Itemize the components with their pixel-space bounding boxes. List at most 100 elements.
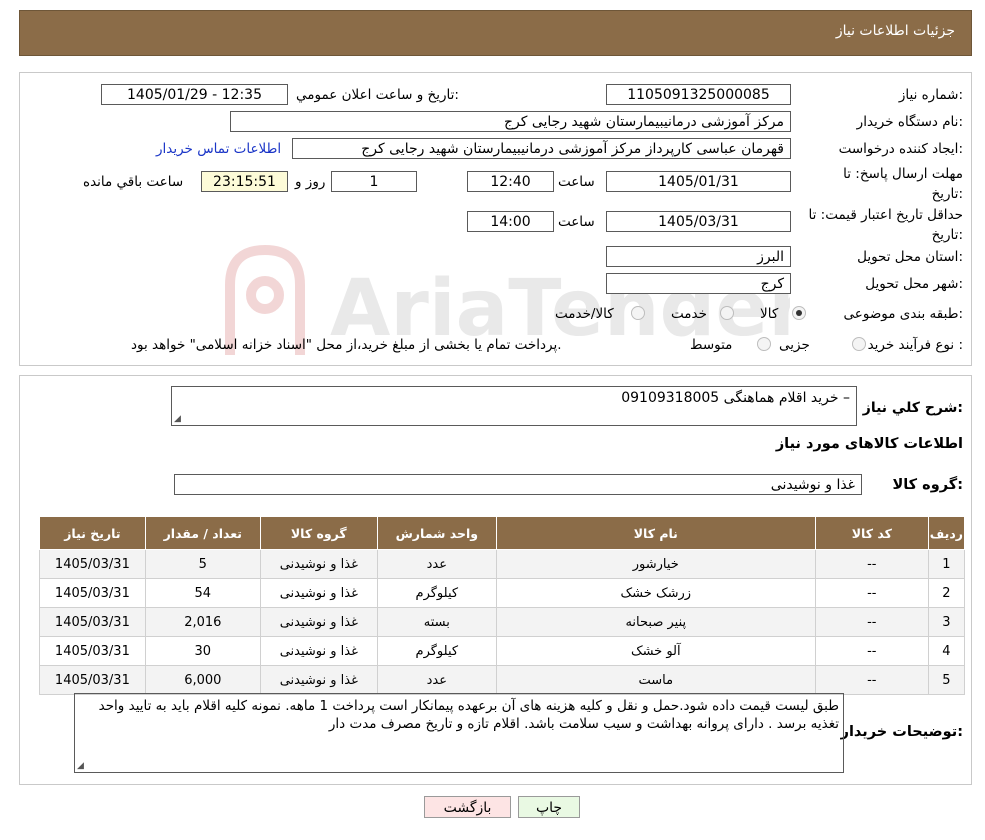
cell-item-code: -- bbox=[814, 607, 929, 637]
cell-quantity: 5 bbox=[144, 549, 261, 579]
cell-need-date: 1405/03/31 bbox=[39, 665, 146, 695]
description-text: خرید اقلام هماهنگی 09109318005 – bbox=[621, 390, 850, 406]
col-header-row-number: ردیف bbox=[927, 516, 966, 550]
table-row: 1 -- خیارشور عدد غذا و نوشیدنی 5 1405/03… bbox=[39, 549, 966, 579]
process-option-medium: متوسط bbox=[690, 337, 733, 353]
cell-group: غذا و نوشیدنی bbox=[259, 607, 378, 637]
province-field: البرز bbox=[606, 246, 791, 267]
cell-need-date: 1405/03/31 bbox=[39, 578, 146, 608]
category-option-goods: کالا bbox=[760, 306, 779, 322]
buyer-notes-text: طبق لیست قیمت داده شود.حمل و نقل و کلیه … bbox=[98, 698, 839, 732]
cell-unit: عدد bbox=[376, 549, 497, 579]
items-section-title: اطلاعات کالاهای مورد نیاز bbox=[775, 436, 963, 452]
cell-group: غذا و نوشیدنی bbox=[259, 578, 378, 608]
cell-item-name: خیارشور bbox=[495, 549, 816, 579]
validity-date-field: 1405/03/31 bbox=[606, 211, 791, 232]
col-header-group: گروه کالا bbox=[259, 516, 378, 550]
cell-need-date: 1405/03/31 bbox=[39, 607, 146, 637]
resize-handle-icon[interactable]: ◢ bbox=[174, 415, 182, 424]
cell-group: غذا و نوشیدنی bbox=[259, 549, 378, 579]
cell-quantity: 2,016 bbox=[144, 607, 261, 637]
category-radio-goods[interactable] bbox=[792, 306, 806, 320]
process-radio-medium[interactable] bbox=[757, 337, 771, 351]
page-header: جزئیات اطلاعات نیاز bbox=[19, 10, 972, 56]
validity-label: حداقل تاریخ اعتبار قیمت: تا تاریخ: bbox=[808, 207, 963, 243]
cell-item-name: زرشک خشک bbox=[495, 578, 816, 608]
cell-item-name: پنیر صبحانه bbox=[495, 607, 816, 637]
cell-quantity: 6,000 bbox=[144, 665, 261, 695]
need-number-field: 1105091325000085 bbox=[606, 84, 791, 105]
description-label: شرح کلي نیاز: bbox=[862, 400, 963, 416]
cell-row-number: 2 bbox=[927, 578, 966, 608]
cell-unit: بسته bbox=[376, 607, 497, 637]
cell-row-number: 1 bbox=[927, 549, 966, 579]
cell-unit: کیلوگرم bbox=[376, 636, 497, 666]
city-field: کرج bbox=[606, 273, 791, 294]
days-field: 1 bbox=[331, 171, 417, 192]
cell-group: غذا و نوشیدنی bbox=[259, 665, 378, 695]
cell-item-code: -- bbox=[814, 578, 929, 608]
process-radio-small[interactable] bbox=[852, 337, 866, 351]
group-field: غذا و نوشیدنی bbox=[174, 474, 862, 495]
remaining-time-field: 23:15:51 bbox=[201, 171, 288, 192]
buyer-notes-label: توضیحات خریدار: bbox=[840, 724, 963, 740]
cell-need-date: 1405/03/31 bbox=[39, 549, 146, 579]
deadline-time-label: ساعت bbox=[558, 174, 595, 190]
cell-group: غذا و نوشیدنی bbox=[259, 636, 378, 666]
group-label: گروه کالا: bbox=[892, 477, 963, 493]
cell-quantity: 30 bbox=[144, 636, 261, 666]
deadline-date-field: 1405/01/31 bbox=[606, 171, 791, 192]
print-button[interactable]: چاپ bbox=[518, 796, 580, 818]
buyer-org-label: نام دستگاه خریدار: bbox=[856, 114, 963, 130]
col-header-item-name: نام کالا bbox=[495, 516, 816, 550]
cell-quantity: 54 bbox=[144, 578, 261, 608]
validity-time-field: 14:00 bbox=[467, 211, 554, 232]
cell-item-name: ماست bbox=[495, 665, 816, 695]
table-row: 3 -- پنیر صبحانه بسته غذا و نوشیدنی 2,01… bbox=[39, 607, 966, 637]
table-row: 4 -- آلو خشک کیلوگرم غذا و نوشیدنی 30 14… bbox=[39, 636, 966, 666]
page-title: جزئیات اطلاعات نیاز bbox=[835, 23, 955, 39]
city-label: شهر محل تحویل: bbox=[865, 276, 963, 292]
deadline-label: مهلت ارسال پاسخ: تا تاریخ: bbox=[843, 166, 963, 202]
buyer-notes-textarea[interactable]: طبق لیست قیمت داده شود.حمل و نقل و کلیه … bbox=[74, 693, 844, 773]
process-option-small: جزیی bbox=[779, 337, 810, 353]
announce-label: تاریخ و ساعت اعلان عمومي: bbox=[296, 87, 459, 103]
category-option-both: کالا/خدمت bbox=[555, 306, 614, 322]
cell-row-number: 3 bbox=[927, 607, 966, 637]
table-row: 2 -- زرشک خشک کیلوگرم غذا و نوشیدنی 54 1… bbox=[39, 578, 966, 608]
category-radio-service[interactable] bbox=[720, 306, 734, 320]
category-radio-both[interactable] bbox=[631, 306, 645, 320]
cell-item-code: -- bbox=[814, 636, 929, 666]
deadline-time-field: 12:40 bbox=[467, 171, 554, 192]
remaining-label: ساعت باقي مانده bbox=[83, 174, 184, 190]
buyer-contact-link[interactable]: اطلاعات تماس خریدار bbox=[156, 141, 281, 157]
table-header-row: ردیف کد کالا نام کالا واحد شمارش گروه کا… bbox=[39, 516, 966, 550]
process-label: نوع فرآیند خرید : bbox=[867, 337, 963, 353]
cell-row-number: 5 bbox=[927, 665, 966, 695]
back-button[interactable]: بازگشت bbox=[424, 796, 511, 818]
cell-item-name: آلو خشک bbox=[495, 636, 816, 666]
col-header-need-date: تاریخ نیاز bbox=[39, 516, 146, 550]
col-header-unit: واحد شمارش bbox=[376, 516, 497, 550]
days-label: روز و bbox=[295, 174, 326, 190]
need-number-label: شماره نیاز: bbox=[898, 87, 963, 103]
resize-handle-icon[interactable]: ◢ bbox=[77, 762, 85, 771]
col-header-quantity: تعداد / مقدار bbox=[144, 516, 261, 550]
category-option-service: خدمت bbox=[671, 306, 707, 322]
cell-row-number: 4 bbox=[927, 636, 966, 666]
validity-time-label: ساعت bbox=[558, 214, 595, 230]
cell-item-code: -- bbox=[814, 665, 929, 695]
creator-field: قهرمان عباسی کارپرداز مرکز آموزشی درمانی… bbox=[292, 138, 791, 159]
col-header-item-code: کد کالا bbox=[814, 516, 929, 550]
creator-label: ایجاد کننده درخواست: bbox=[838, 141, 963, 157]
process-note: پرداخت تمام یا بخشی از مبلغ خرید،از محل … bbox=[131, 337, 562, 353]
category-label: طبقه بندی موضوعی: bbox=[843, 306, 963, 322]
cell-item-code: -- bbox=[814, 549, 929, 579]
items-table: ردیف کد کالا نام کالا واحد شمارش گروه کا… bbox=[39, 516, 966, 695]
cell-unit: کیلوگرم bbox=[376, 578, 497, 608]
cell-need-date: 1405/03/31 bbox=[39, 636, 146, 666]
province-label: استان محل تحویل: bbox=[857, 249, 963, 265]
buyer-org-field: مرکز آموزشی درمانیبیمارستان شهید رجایی ک… bbox=[230, 111, 791, 132]
cell-unit: عدد bbox=[376, 665, 497, 695]
description-textarea[interactable]: خرید اقلام هماهنگی 09109318005 – ◢ bbox=[171, 386, 857, 426]
